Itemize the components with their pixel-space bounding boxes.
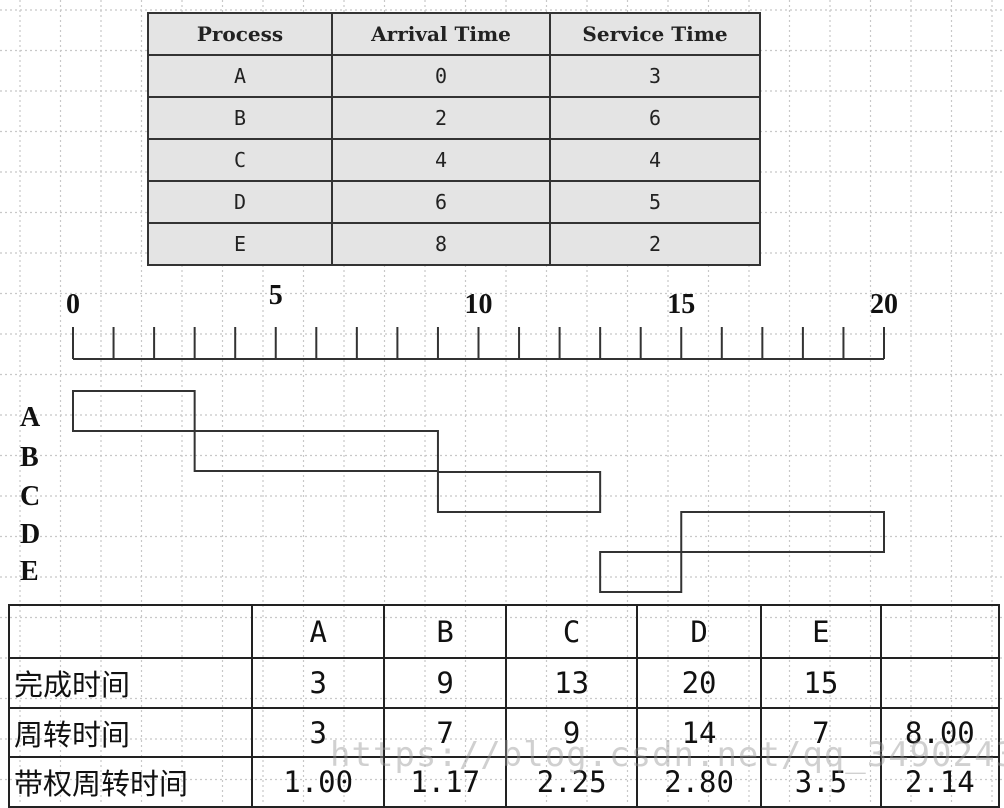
- table-cell: B: [383, 604, 508, 659]
- table-cell: 15: [760, 657, 882, 709]
- tick-label: 0: [66, 289, 80, 320]
- table-cell: 3: [251, 657, 386, 709]
- table-cell: 20: [636, 657, 763, 709]
- row-label: 周转时间: [7, 707, 254, 758]
- table-cell: [879, 657, 1001, 709]
- gantt-chart: [72, 327, 885, 593]
- table-cell: 13: [505, 657, 639, 709]
- tick-label: 20: [870, 289, 898, 320]
- gantt-bar-e: [599, 551, 683, 593]
- gantt-bar-b: [193, 430, 439, 472]
- gantt-bar-d: [680, 511, 885, 553]
- process-row-label: A: [20, 402, 41, 433]
- result-table: A B C D E 完成时间 3 9 13 20 15 周转时间 3 7 9 14 7 8.00 带权周转时间 1.0…: [7, 604, 1001, 808]
- table-cell: [879, 604, 1001, 659]
- tick-label: 10: [464, 289, 493, 320]
- process-row-label: D: [20, 519, 41, 550]
- gantt-bar-c: [436, 471, 602, 513]
- table-header-row: ABCDE: [7, 604, 1001, 659]
- row-label: [7, 604, 254, 659]
- row-label: 完成时间: [7, 657, 254, 709]
- process-row-label: C: [20, 481, 41, 512]
- table-cell: E: [760, 604, 882, 659]
- process-row-label: B: [20, 442, 39, 473]
- gantt-bar-a: [72, 390, 196, 432]
- table-cell: 9: [383, 657, 508, 709]
- table-cell: A: [251, 604, 386, 659]
- process-row-label: E: [20, 556, 39, 587]
- table-cell: D: [636, 604, 763, 659]
- row-label: 带权周转时间: [7, 756, 254, 808]
- table-cell: C: [505, 604, 639, 659]
- tick-label: 5: [268, 280, 283, 311]
- table-row: 完成时间 3 9 13 20 15: [7, 657, 1001, 709]
- tick-label: 15: [667, 289, 696, 320]
- watermark: https://blog.csdn.net/qq_34902437: [330, 735, 1004, 775]
